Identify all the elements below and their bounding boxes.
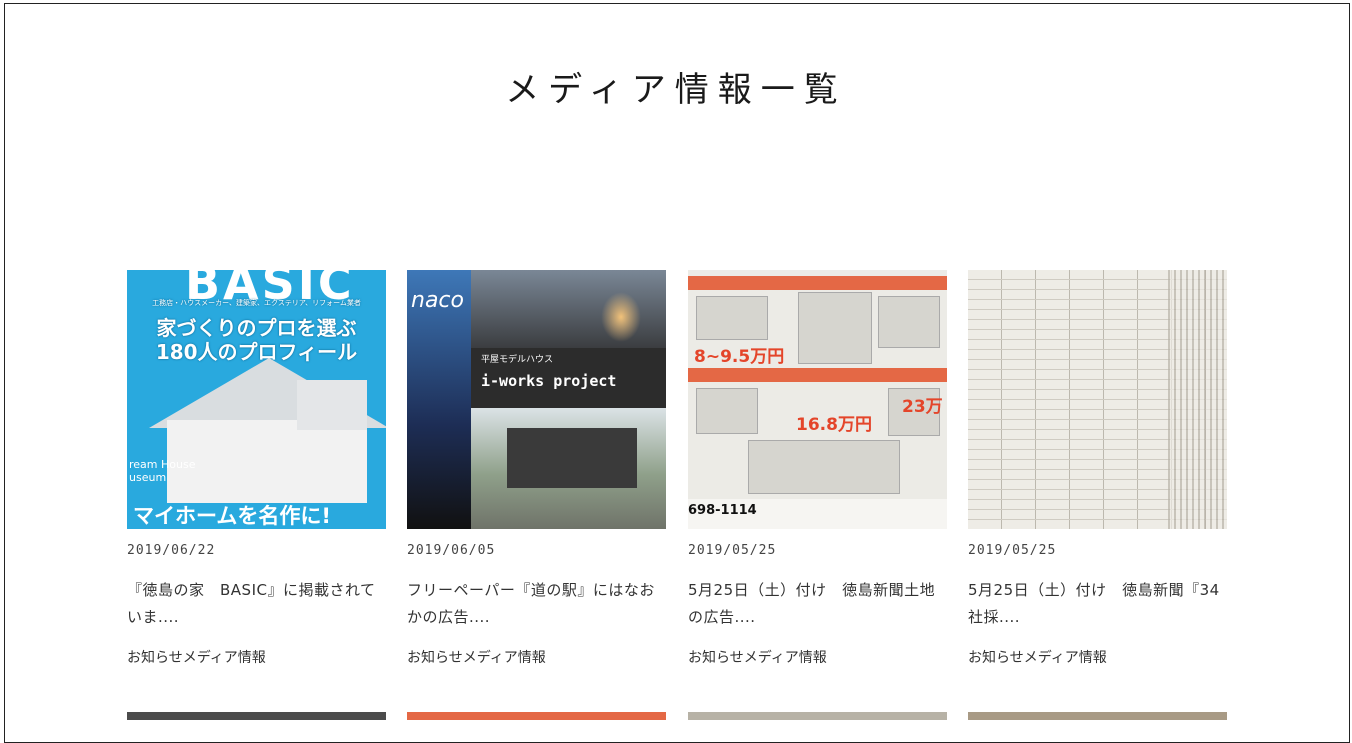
category-link[interactable]: お知らせ [688, 650, 744, 666]
page-title: メディア情報一覧 [505, 70, 847, 110]
post-thumbnail[interactable]: 8~9.5万円 16.8万円 23万 698-1114 [688, 270, 947, 529]
post-thumbnail[interactable]: BASIC 工務店・ハウスメーカー、建築家、エクステリア、リフォーム業者 家づく… [127, 270, 386, 529]
magazine-side-text: ream House useum [129, 458, 196, 484]
ad-phone-text: 698-1114 [688, 503, 757, 518]
ad-price-text: 23万 [902, 397, 943, 417]
post-thumbnail-next-row[interactable] [127, 712, 386, 732]
post-categories: お知らせメディア情報 [968, 647, 1107, 667]
post-categories: お知らせメディア情報 [407, 647, 546, 667]
post-card[interactable]: naco 平屋モデルハウス i-works project 2019/06/05… [407, 270, 666, 666]
ad-map-box [878, 296, 940, 348]
category-link[interactable]: お知らせ [127, 650, 183, 666]
post-card[interactable]: 8~9.5万円 16.8万円 23万 698-1114 2019/05/25 5… [688, 270, 947, 666]
post-title-link[interactable]: 5月25日（土）付け 徳島新聞土地の広告.... [688, 577, 947, 631]
cover-left-panel: naco [407, 270, 471, 529]
category-link[interactable]: メディア情報 [1024, 650, 1107, 666]
ad-price-text: 8~9.5万円 [694, 347, 785, 367]
post-date: 2019/05/25 [688, 543, 777, 558]
post-date: 2019/06/05 [407, 543, 496, 558]
newspaper-text-column [1168, 270, 1227, 529]
category-link[interactable]: お知らせ [968, 650, 1024, 666]
post-card[interactable]: 2019/05/25 5月25日（土）付け 徳島新聞『34社採.... お知らせ… [968, 270, 1227, 666]
category-link[interactable]: メディア情報 [183, 650, 266, 666]
post-thumbnail[interactable] [968, 270, 1227, 529]
magazine-subline: 工務店・ハウスメーカー、建築家、エクステリア、リフォーム業者 [152, 299, 361, 307]
post-card[interactable]: BASIC 工務店・ハウスメーカー、建築家、エクステリア、リフォーム業者 家づく… [127, 270, 386, 666]
ad-header-bar [688, 276, 947, 290]
post-title-link[interactable]: 5月25日（土）付け 徳島新聞『34社採.... [968, 577, 1227, 631]
ad-map-box [696, 388, 758, 434]
ad-footer: 698-1114 [688, 499, 947, 529]
cover-band-text: 平屋モデルハウス [471, 348, 666, 372]
ad-map-box [696, 296, 768, 340]
house-illustration-wing [297, 380, 367, 430]
category-link[interactable]: メディア情報 [744, 650, 827, 666]
post-categories: お知らせメディア情報 [127, 647, 266, 667]
post-categories: お知らせメディア情報 [688, 647, 827, 667]
post-thumbnail-next-row[interactable] [688, 712, 947, 732]
post-date: 2019/05/25 [968, 543, 1057, 558]
post-thumbnail-next-row[interactable] [407, 712, 666, 732]
post-thumbnail[interactable]: naco 平屋モデルハウス i-works project [407, 270, 666, 529]
ad-map-box [798, 292, 872, 364]
cover-logo-text: naco [411, 288, 464, 313]
house-photo-building [507, 428, 637, 488]
cover-project-text: i-works project [471, 372, 666, 408]
post-thumbnail-next-row[interactable] [968, 712, 1227, 732]
post-title-link[interactable]: フリーペーパー『道の駅』にはなおかの広告.... [407, 577, 666, 631]
post-title-link[interactable]: 『徳島の家 BASIC』に掲載されていま.... [127, 577, 386, 631]
magazine-bottom-text: マイホームを名作に! [127, 503, 386, 529]
category-link[interactable]: お知らせ [407, 650, 463, 666]
ad-price-text: 16.8万円 [796, 415, 872, 435]
post-date: 2019/06/22 [127, 543, 216, 558]
category-link[interactable]: メディア情報 [463, 650, 546, 666]
ad-map-box [748, 440, 900, 494]
house-photo-night [471, 270, 666, 348]
ad-header-bar [688, 368, 947, 382]
